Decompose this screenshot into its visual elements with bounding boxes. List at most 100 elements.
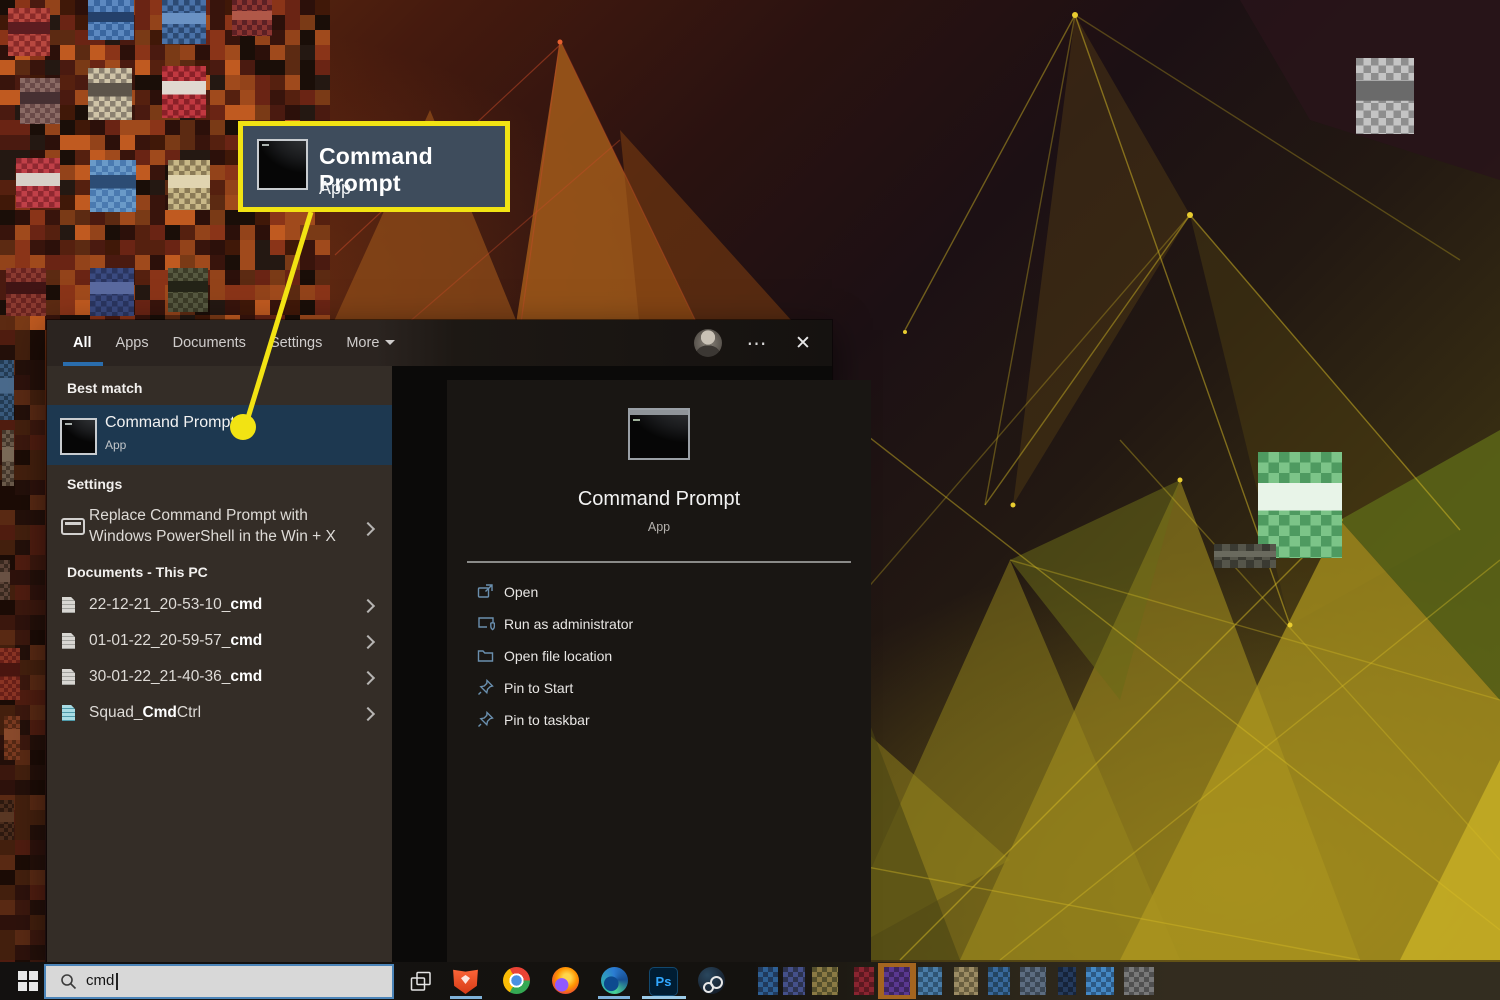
- tray-icon-pixelated[interactable]: [1058, 967, 1076, 995]
- chevron-right-icon[interactable]: [361, 707, 375, 721]
- pixel-cell: [15, 900, 30, 915]
- pixel-cell: [270, 270, 285, 285]
- tray-icon-pixelated[interactable]: [884, 967, 910, 995]
- tab-more[interactable]: More: [346, 335, 395, 351]
- pixel-cell: [30, 915, 45, 930]
- settings-result-item[interactable]: Replace Command Prompt with Windows Powe…: [47, 502, 392, 558]
- pixel-cell: [75, 180, 90, 195]
- pixelated-block: [0, 360, 14, 420]
- pixel-cell: [0, 120, 15, 135]
- pixel-cell: [15, 630, 30, 645]
- tab-settings[interactable]: Settings: [270, 335, 322, 351]
- edge-icon[interactable]: [601, 967, 628, 994]
- tray-icon-pixelated[interactable]: [854, 967, 874, 995]
- pixel-cell: [285, 225, 300, 240]
- pixel-cell: [15, 870, 30, 885]
- action-open-file-location[interactable]: Open file location: [447, 640, 871, 672]
- pixel-cell: [60, 45, 75, 60]
- tray-icon-pixelated[interactable]: [1124, 967, 1154, 995]
- pixel-cell: [240, 300, 255, 315]
- more-options-button[interactable]: ⋯: [737, 320, 777, 366]
- pixel-cell: [135, 240, 150, 255]
- pixel-cell: [240, 240, 255, 255]
- brave-icon[interactable]: [452, 967, 479, 994]
- pixel-cell: [90, 45, 105, 60]
- tab-all[interactable]: All: [73, 335, 92, 351]
- pixel-cell: [165, 240, 180, 255]
- tray-icon-pixelated[interactable]: [1086, 967, 1114, 995]
- tray-icon-pixelated[interactable]: [812, 967, 838, 995]
- tray-icon-pixelated[interactable]: [918, 967, 942, 995]
- tray-icon-pixelated[interactable]: [758, 967, 778, 995]
- pixel-cell: [225, 60, 240, 75]
- pixel-cell: [255, 225, 270, 240]
- pixel-cell: [105, 135, 120, 150]
- task-view-button[interactable]: [400, 962, 442, 1000]
- action-pin-to-start[interactable]: Pin to Start: [447, 672, 871, 704]
- pixel-cell: [180, 240, 195, 255]
- pixel-cell: [30, 495, 45, 510]
- pixel-cell: [315, 75, 330, 90]
- user-avatar[interactable]: [694, 329, 722, 357]
- tray-icon-pixelated[interactable]: [783, 967, 805, 995]
- window-settings-icon: [61, 518, 85, 535]
- firefox-icon[interactable]: [552, 967, 579, 994]
- tray-icon-pixelated[interactable]: [954, 967, 978, 995]
- pixel-cell: [240, 225, 255, 240]
- pixel-cell: [300, 105, 315, 120]
- pixel-cell: [15, 60, 30, 75]
- pixel-cell: [135, 120, 150, 135]
- pixel-cell: [60, 120, 75, 135]
- pixel-cell: [30, 735, 45, 750]
- pixel-cell: [255, 255, 270, 270]
- pixelated-block: [20, 78, 60, 124]
- document-result-item[interactable]: 22-12-21_20-53-10_cmd: [47, 588, 392, 624]
- document-result-item[interactable]: Squad_CmdCtrl: [47, 696, 392, 732]
- tray-icon-pixelated[interactable]: [1020, 967, 1046, 995]
- taskbar-search-input[interactable]: cmd: [44, 964, 394, 999]
- tab-apps[interactable]: Apps: [116, 335, 149, 351]
- pixel-cell: [75, 285, 90, 300]
- photoshop-icon[interactable]: Ps: [649, 967, 678, 996]
- document-result-item[interactable]: 01-01-22_20-59-57_cmd: [47, 624, 392, 660]
- pixel-cell: [30, 225, 45, 240]
- tab-documents[interactable]: Documents: [173, 335, 246, 351]
- pixel-cell: [15, 765, 30, 780]
- pixel-cell: [15, 360, 30, 375]
- chevron-right-icon[interactable]: [361, 671, 375, 685]
- pixel-cell: [120, 45, 135, 60]
- text-caret: [116, 973, 118, 990]
- pixel-cell: [30, 600, 45, 615]
- pixel-cell: [210, 0, 225, 15]
- pixelated-block: [88, 0, 134, 40]
- chevron-right-icon[interactable]: [361, 599, 375, 613]
- pixel-cell: [30, 465, 45, 480]
- pixelated-left-strip: [0, 330, 45, 962]
- document-result-item[interactable]: 30-01-22_21-40-36_cmd: [47, 660, 392, 696]
- pixel-cell: [225, 270, 240, 285]
- chevron-right-icon[interactable]: [361, 635, 375, 649]
- pixel-cell: [270, 0, 285, 15]
- steam-icon[interactable]: [698, 967, 725, 994]
- pixel-cell: [135, 150, 150, 165]
- action-run-as-administrator[interactable]: Run as administrator: [447, 608, 871, 640]
- pixel-cell: [240, 285, 255, 300]
- pixel-cell: [105, 120, 120, 135]
- chrome-icon[interactable]: [503, 967, 530, 994]
- close-button[interactable]: ✕: [781, 320, 825, 366]
- pixel-cell: [30, 585, 45, 600]
- running-app-indicator: [598, 996, 630, 999]
- start-button[interactable]: [8, 962, 48, 1000]
- pixel-cell: [75, 225, 90, 240]
- pixel-cell: [15, 540, 30, 555]
- pixel-cell: [30, 60, 45, 75]
- pixel-cell: [45, 255, 60, 270]
- chevron-right-icon[interactable]: [361, 522, 375, 536]
- action-pin-to-taskbar[interactable]: Pin to taskbar: [447, 704, 871, 736]
- pixel-cell: [315, 270, 330, 285]
- best-match-result[interactable]: Command Prompt App: [47, 405, 392, 465]
- action-open[interactable]: Open: [447, 576, 871, 608]
- tray-icon-pixelated[interactable]: [988, 967, 1010, 995]
- pixel-cell: [270, 60, 285, 75]
- pixel-cell: [270, 225, 285, 240]
